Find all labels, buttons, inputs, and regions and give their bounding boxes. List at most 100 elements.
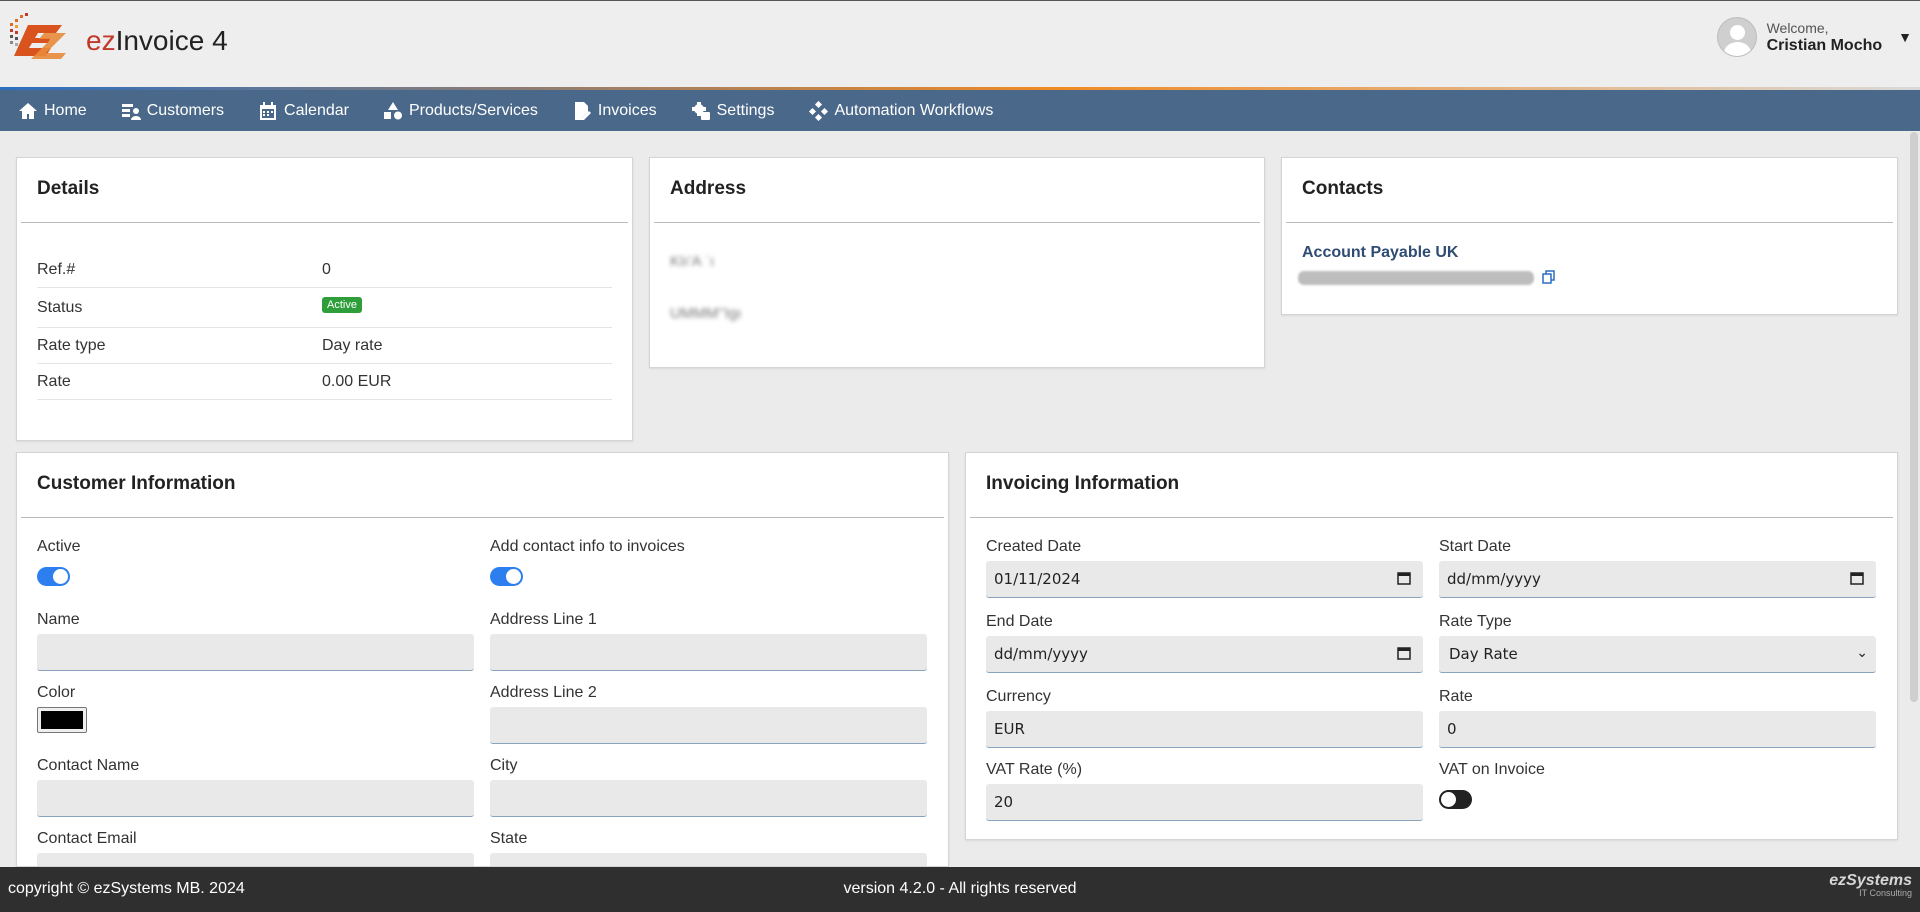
color-label: Color <box>37 684 76 701</box>
address-line-2: UMMM’’Igı <box>670 305 742 322</box>
home-icon <box>19 102 37 119</box>
name-input[interactable] <box>37 634 474 671</box>
detail-row: Rate type Day rate <box>37 328 612 364</box>
add-contact-toggle[interactable] <box>490 567 523 586</box>
address2-label: Address Line 2 <box>490 684 597 701</box>
workflow-icon <box>809 100 829 121</box>
detail-row: Status Active <box>37 288 612 328</box>
active-label: Active <box>37 538 81 555</box>
card-title: Invoicing Information <box>986 473 1180 494</box>
ezinvoice-logo <box>10 13 66 59</box>
top-header: ezInvoice 4 Welcome, Cristian Mocho ▼ <box>0 0 1920 88</box>
card-title: Contacts <box>1302 178 1384 199</box>
currency-value: EUR <box>994 720 1025 738</box>
avatar <box>1716 17 1757 57</box>
nav-label: Invoices <box>597 101 657 119</box>
calendar-icon[interactable] <box>1397 571 1411 585</box>
detail-key: Rate <box>37 372 71 390</box>
brand-name: Invoice 4 <box>115 25 228 56</box>
contact-email-input[interactable] <box>37 853 474 866</box>
caret-down-icon[interactable]: ▼ <box>1898 29 1912 45</box>
nav-label: Settings <box>716 101 775 119</box>
main-nav: Home Customers Calendar Products/Service… <box>0 90 1920 131</box>
created-date-label: Created Date <box>986 538 1082 555</box>
contact-name[interactable]: Account Payable UK <box>1302 244 1458 262</box>
rate-input[interactable]: 0 <box>1439 711 1876 748</box>
ezsystems-logo: ezSystems IT Consulting <box>1829 872 1912 898</box>
card-title: Customer Information <box>37 473 236 494</box>
detail-value: 0 <box>322 260 331 278</box>
footer: copyright © ezSystems MB. 2024 version 4… <box>0 867 1920 912</box>
end-date-label: End Date <box>986 613 1053 630</box>
settings-icon <box>691 101 710 120</box>
detail-key: Rate type <box>37 336 106 354</box>
rate-type-select[interactable]: Day Rate ⌄ <box>1439 636 1876 673</box>
vat-on-invoice-toggle[interactable] <box>1439 790 1472 809</box>
nav-item-automation[interactable]: Automation Workflows <box>808 100 993 121</box>
rate-type-label: Rate Type <box>1439 613 1512 630</box>
status-badge: Active <box>322 296 362 313</box>
vat-rate-value: 20 <box>994 793 1014 811</box>
rate-type-value: Day Rate <box>1449 645 1518 663</box>
nav-item-calendar[interactable]: Calendar <box>258 101 349 121</box>
rate-label: Rate <box>1439 688 1473 705</box>
invoicing-information-card: Invoicing Information Created Date 01/11… <box>965 452 1898 840</box>
details-card: Details Ref.# 0 Status Active Rate type … <box>16 157 633 441</box>
brand-prefix: ez <box>86 25 116 56</box>
start-date-input[interactable]: dd/mm/yyyy <box>1439 561 1876 598</box>
nav-label: Calendar <box>284 101 349 119</box>
vat-on-invoice-label: VAT on Invoice <box>1439 761 1545 778</box>
color-picker[interactable] <box>37 707 87 733</box>
details-list: Ref.# 0 Status Active Rate type Day rate… <box>37 252 612 400</box>
address-line-2-input[interactable] <box>490 707 927 744</box>
nav-item-settings[interactable]: Settings <box>691 101 775 121</box>
detail-value: 0.00 EUR <box>322 372 392 390</box>
vat-rate-input[interactable]: 20 <box>986 784 1423 821</box>
nav-item-products[interactable]: Products/Services <box>383 101 538 121</box>
welcome-text: Welcome, <box>1766 20 1829 36</box>
vat-rate-label: VAT Rate (%) <box>986 761 1083 778</box>
state-input[interactable] <box>490 853 927 866</box>
contact-email-redacted <box>1298 271 1534 285</box>
state-label: State <box>490 830 528 847</box>
user-menu[interactable]: Welcome, Cristian Mocho ▼ <box>1716 17 1912 57</box>
address1-label: Address Line 1 <box>490 611 597 628</box>
active-toggle[interactable] <box>37 567 70 586</box>
page-scrollbar[interactable] <box>1910 132 1918 702</box>
nav-item-customers[interactable]: Customers <box>121 101 224 121</box>
contact-name-input[interactable] <box>37 780 474 817</box>
city-label: City <box>490 757 518 774</box>
detail-row: Rate 0.00 EUR <box>37 364 612 400</box>
address-line-1-input[interactable] <box>490 634 927 671</box>
detail-key: Status <box>37 298 83 316</box>
nav-label: Products/Services <box>408 101 538 119</box>
start-date-label: Start Date <box>1439 538 1512 555</box>
end-date-input[interactable]: dd/mm/yyyy <box>986 636 1423 673</box>
card-title: Address <box>670 178 747 199</box>
created-date-input[interactable]: 01/11/2024 <box>986 561 1423 598</box>
nav-item-invoices[interactable]: Invoices <box>572 101 657 121</box>
customer-information-card: Customer Information Active Add contact … <box>16 452 949 867</box>
nav-label: Home <box>44 101 87 119</box>
name-label: Name <box>37 611 80 628</box>
copy-icon[interactable] <box>1542 270 1556 284</box>
detail-value: Day rate <box>322 336 383 354</box>
calendar-icon[interactable] <box>1850 571 1864 585</box>
address-line-1: KIı’A ˈı <box>670 253 715 270</box>
start-date-value: dd/mm/yyyy <box>1447 570 1541 588</box>
products-icon <box>383 101 402 119</box>
city-input[interactable] <box>490 780 927 817</box>
invoice-icon <box>574 101 591 120</box>
currency-label: Currency <box>986 688 1051 705</box>
app-brand: ezInvoice 4 <box>86 25 228 57</box>
contact-name-label: Contact Name <box>37 757 140 774</box>
detail-key: Ref.# <box>37 260 76 278</box>
calendar-icon <box>260 101 277 120</box>
address-card: Address KIı’A ˈı UMMM’’Igı <box>649 157 1265 368</box>
currency-input[interactable]: EUR <box>986 711 1423 748</box>
calendar-icon[interactable] <box>1397 646 1411 660</box>
contact-email-label: Contact Email <box>37 830 137 847</box>
end-date-value: dd/mm/yyyy <box>994 645 1088 663</box>
nav-item-home[interactable]: Home <box>18 101 87 121</box>
add-contact-label: Add contact info to invoices <box>490 538 685 555</box>
